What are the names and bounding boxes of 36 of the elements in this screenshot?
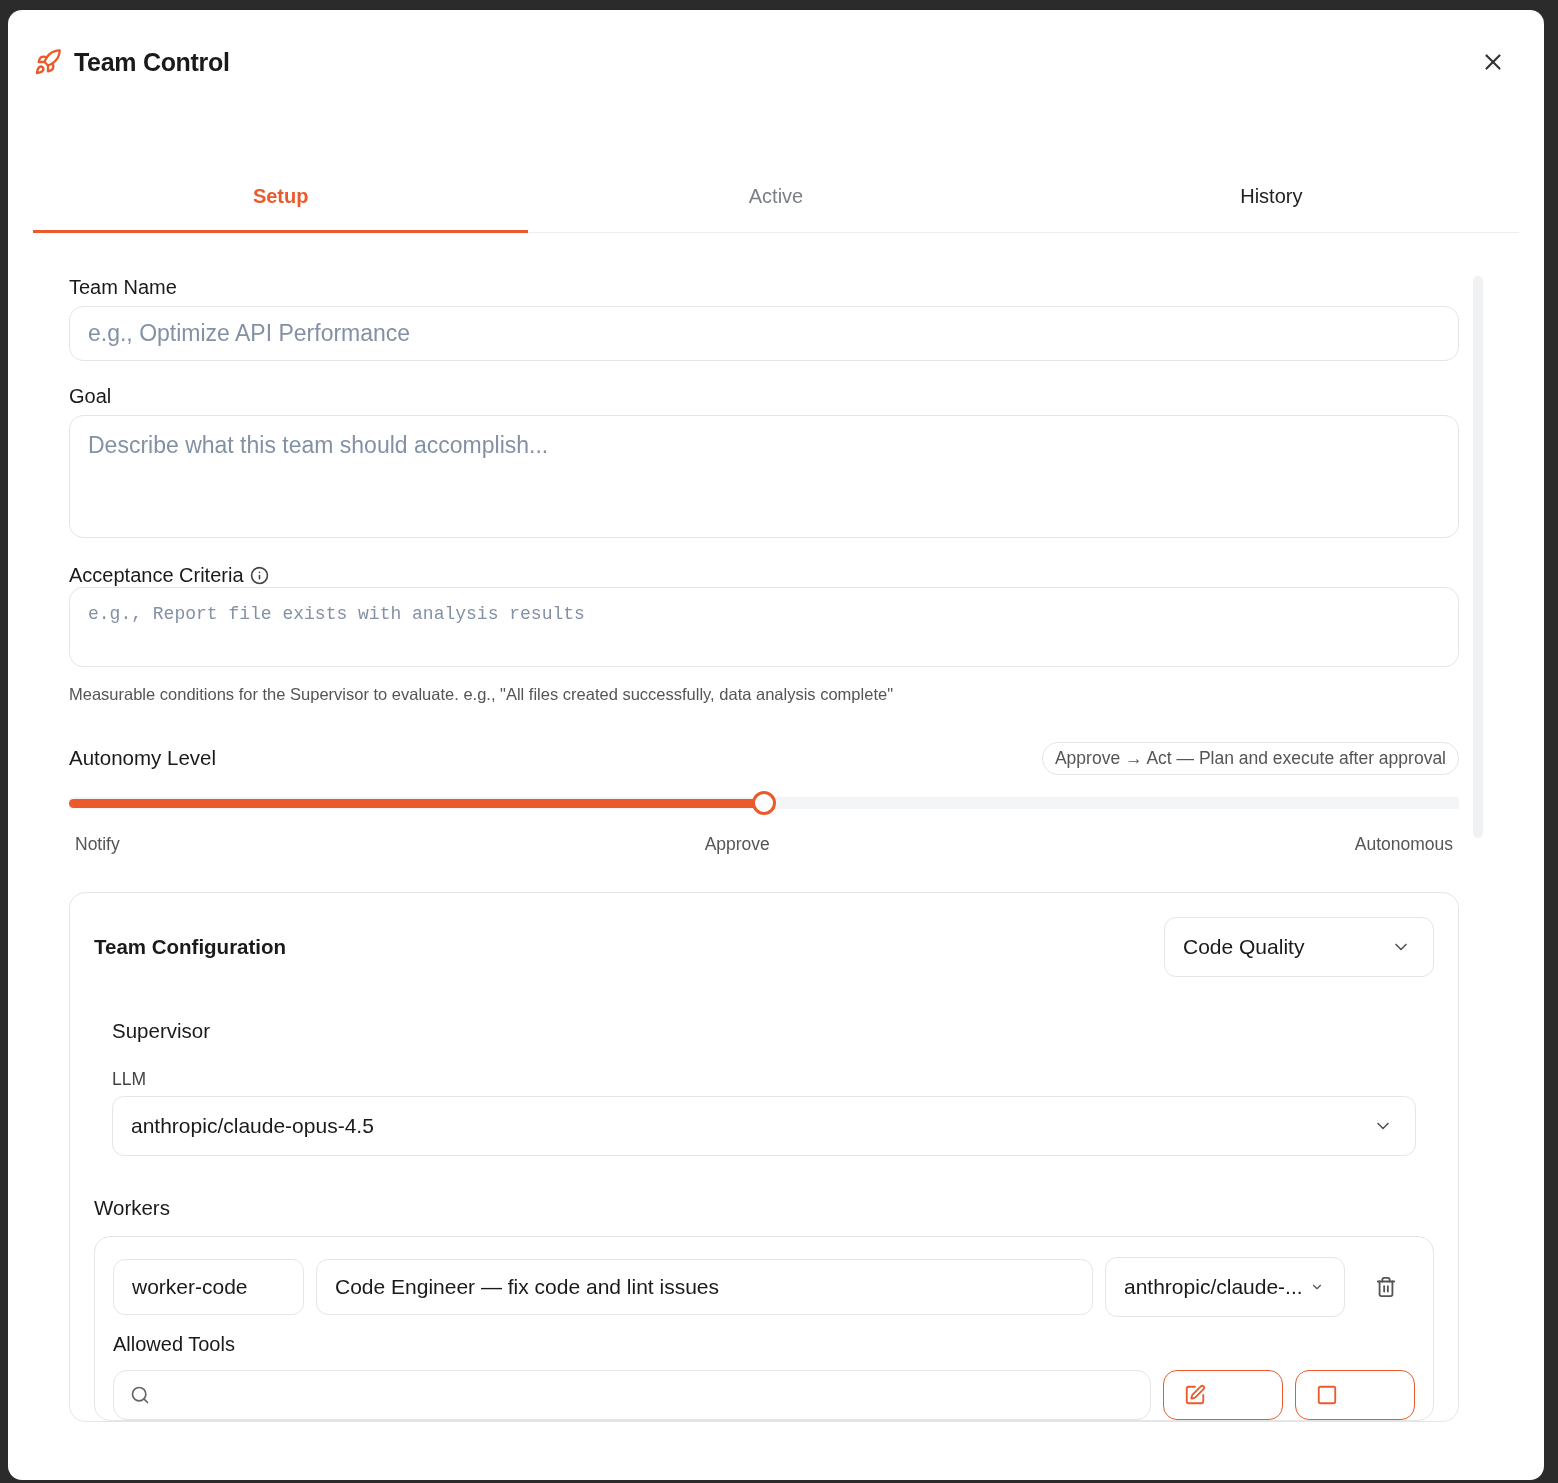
- worker-id-field[interactable]: worker-code: [113, 1259, 304, 1315]
- field-label: Team Name: [69, 276, 177, 299]
- acceptance-criteria-field[interactable]: e.g., Report file exists with analysis results: [69, 586, 1459, 667]
- slider-stop-label: Autonomous: [1354, 834, 1453, 855]
- slider-thumb[interactable]: [752, 791, 776, 816]
- worker-model-select[interactable]: anthropic/claude-...: [1105, 1257, 1345, 1317]
- dialog-title: Team Control: [74, 47, 231, 77]
- rocket-icon: [34, 48, 62, 76]
- clear-button[interactable]: [1295, 1370, 1415, 1420]
- team-name-field[interactable]: e.g., Optimize API Performance: [69, 306, 1459, 362]
- llm-select[interactable]: anthropic/claude-opus-4.5: [112, 1096, 1416, 1156]
- goal-field[interactable]: Describe what this team should accomplish...: [69, 415, 1459, 538]
- square-icon: [1316, 1384, 1338, 1406]
- worker-role-field[interactable]: Code Engineer — fix code and lint issues: [316, 1259, 1093, 1315]
- slider-stop-label: Notify: [75, 834, 120, 855]
- tab[interactable]: History: [1023, 173, 1519, 233]
- card-title: Team Configuration: [94, 935, 287, 959]
- info-icon[interactable]: [249, 565, 269, 585]
- autonomy-badge: Approve → Act — Plan and execute after approval: [1041, 741, 1459, 775]
- slider-stop-label: Approve: [704, 834, 770, 855]
- section-title: Workers: [94, 1196, 171, 1220]
- select-all-button[interactable]: [1163, 1370, 1283, 1420]
- tool-search-field[interactable]: [113, 1370, 1151, 1420]
- hint-text: Measurable conditions for the Supervisor to evaluate. e.g., "All files created successfully, data analysis complete": [69, 684, 894, 704]
- field-label: Allowed Tools: [113, 1333, 236, 1356]
- field-label: LLM: [112, 1069, 148, 1090]
- preset-select[interactable]: Code Quality: [1164, 917, 1434, 977]
- field-label: Autonomy Level: [69, 746, 216, 771]
- search-icon: [130, 1385, 150, 1405]
- tab[interactable]: Setup: [33, 173, 529, 233]
- edit-icon: [1184, 1384, 1206, 1406]
- field-label: Goal: [69, 385, 112, 409]
- delete-button[interactable]: [1375, 1276, 1397, 1298]
- section-title: Supervisor: [112, 1019, 211, 1043]
- tab[interactable]: Active: [528, 173, 1024, 233]
- field-label: Acceptance Criteria: [69, 563, 244, 587]
